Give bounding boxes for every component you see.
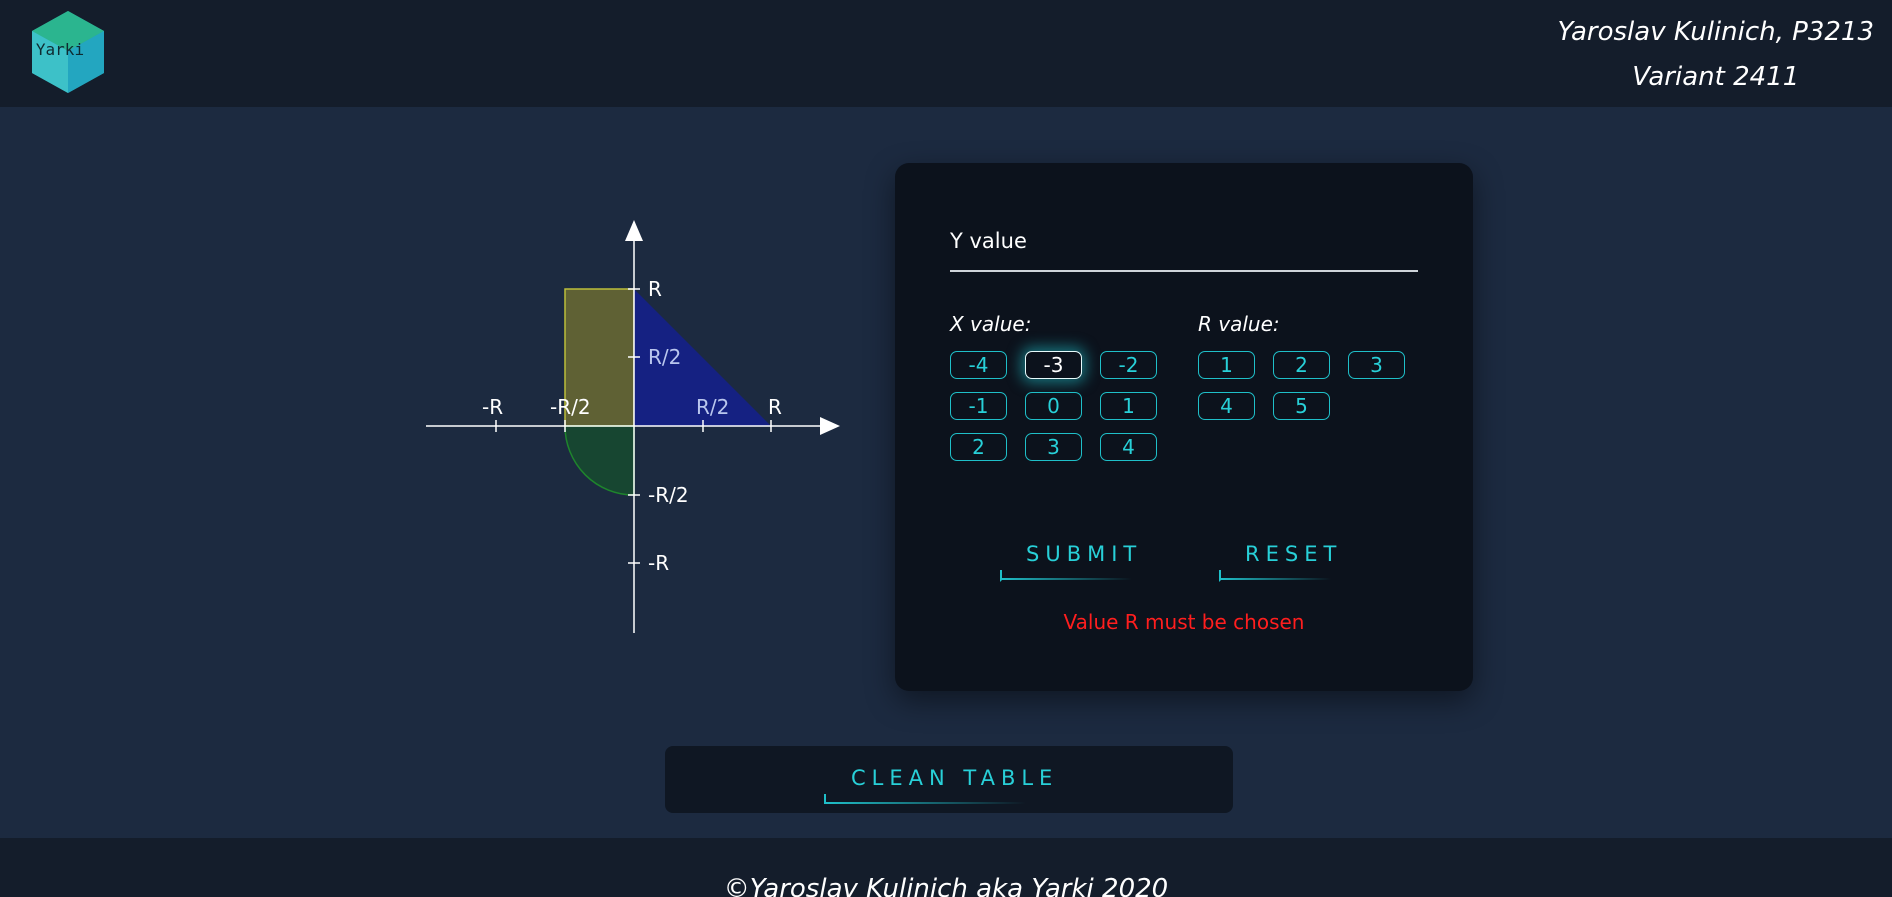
reset-button[interactable]: RESET: [1219, 542, 1343, 582]
y-tick-minus-r: -R: [648, 551, 669, 575]
input-form: Y value X value: R value: -4 -3 -2 -1 0 1 2 3 4 …: [895, 163, 1473, 691]
reset-underline: [1219, 570, 1331, 582]
submit-button[interactable]: SUBMIT: [1000, 542, 1143, 582]
logo-text: Yarki: [35, 40, 85, 59]
r-value-option[interactable]: 4: [1198, 392, 1255, 420]
x-value-option[interactable]: 1: [1100, 392, 1157, 420]
r-value-label: R value:: [1198, 312, 1280, 336]
r-value-option[interactable]: 2: [1273, 351, 1330, 379]
x-tick-minus-r: -R: [482, 395, 503, 419]
x-value-option[interactable]: -3: [1025, 351, 1082, 379]
x-value-option[interactable]: 0: [1025, 392, 1082, 420]
submit-button-label: SUBMIT: [1026, 542, 1143, 566]
x-tick-r-half: R/2: [696, 395, 729, 419]
y-tick-r: R: [648, 277, 662, 301]
clean-table-underline: [824, 794, 1026, 804]
clean-table-panel: CLEAN TABLE: [665, 746, 1233, 813]
y-value-label: Y value: [950, 229, 1027, 253]
x-value-option[interactable]: -4: [950, 351, 1007, 379]
area-graph[interactable]: -R -R/2 R/2 R R R/2 -R/2 -R: [420, 215, 850, 635]
footer-copyright: ©Yaroslav Kulinich aka Yarki 2020: [723, 874, 1169, 897]
clean-table-label: CLEAN TABLE: [851, 766, 1059, 790]
x-tick-r: R: [768, 395, 782, 419]
submit-underline: [1000, 570, 1132, 582]
footer: ©Yaroslav Kulinich aka Yarki 2020: [0, 838, 1892, 897]
y-tick-minus-r-half: -R/2: [648, 483, 689, 507]
x-value-option[interactable]: -2: [1100, 351, 1157, 379]
error-message: Value R must be chosen: [1063, 610, 1305, 634]
r-value-option[interactable]: 5: [1273, 392, 1330, 420]
y-axis-arrow-icon: [625, 220, 643, 241]
x-value-label: X value:: [950, 312, 1032, 336]
x-value-option[interactable]: 3: [1025, 433, 1082, 461]
clean-table-button[interactable]: CLEAN TABLE: [824, 766, 1059, 804]
x-value-option[interactable]: 2: [950, 433, 1007, 461]
x-value-option[interactable]: 4: [1100, 433, 1157, 461]
y-tick-r-half: R/2: [648, 345, 681, 369]
graph-quarter-circle-area: [564, 425, 635, 496]
reset-button-label: RESET: [1245, 542, 1343, 566]
header-info: Yaroslav Kulinich, P3213 Variant 2411: [1557, 10, 1874, 100]
r-value-option[interactable]: 1: [1198, 351, 1255, 379]
r-value-option[interactable]: 3: [1348, 351, 1405, 379]
x-axis-arrow-icon: [820, 417, 840, 435]
header: Yarki Yaroslav Kulinich, P3213 Variant 2…: [0, 0, 1892, 107]
x-tick-minus-r-half: -R/2: [550, 395, 591, 419]
variant-label: Variant 2411: [1632, 62, 1800, 92]
x-value-option[interactable]: -1: [950, 392, 1007, 420]
author-name: Yaroslav Kulinich, P3213: [1557, 17, 1874, 47]
y-value-input[interactable]: [950, 270, 1418, 272]
logo[interactable]: Yarki: [30, 9, 108, 95]
